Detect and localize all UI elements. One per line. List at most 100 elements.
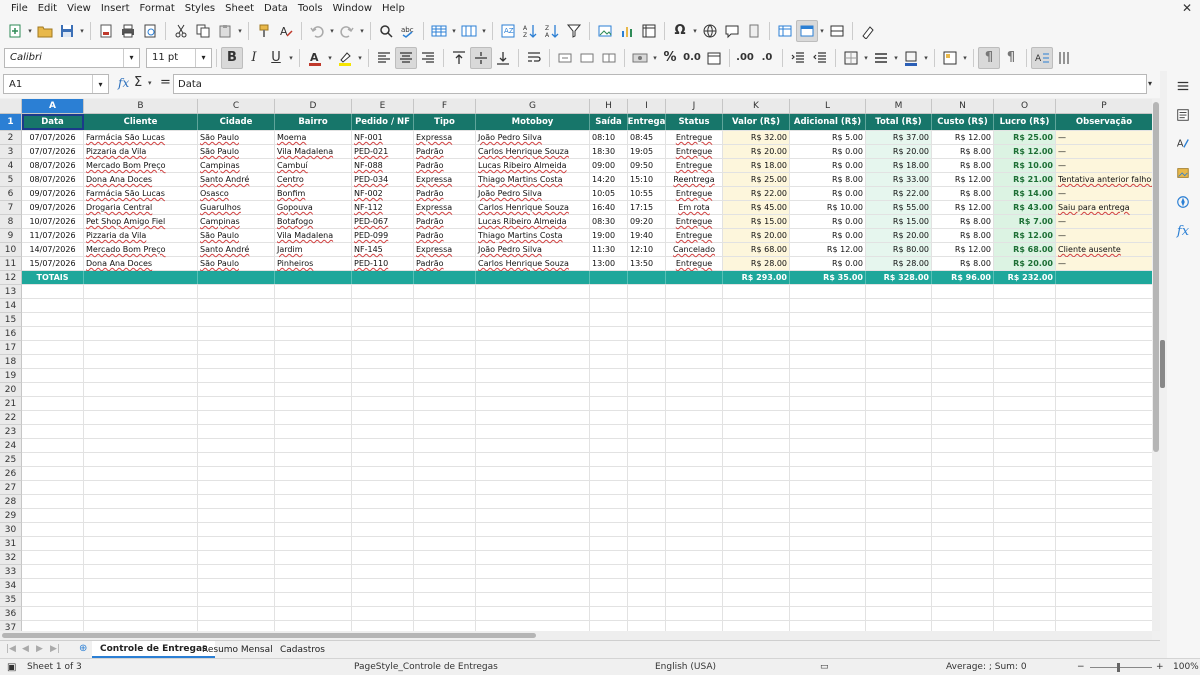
empty-cell[interactable] [414,495,476,508]
row-header[interactable]: 24 [0,439,22,453]
print-preview-icon[interactable] [139,20,161,42]
empty-cell[interactable] [628,467,666,480]
empty-cell[interactable] [666,593,723,606]
data-cell[interactable]: R$ 0.00 [790,159,866,172]
data-cell[interactable]: Farmácia São Lucas [84,187,198,200]
empty-cell[interactable] [275,537,352,550]
data-cell[interactable]: 10:05 [590,187,628,200]
data-cell[interactable]: 11/07/2026 [22,229,84,242]
empty-cell[interactable] [352,369,414,382]
empty-cell[interactable] [1056,537,1152,550]
previous-sheet-icon[interactable]: ◀ [22,644,29,654]
empty-cell[interactable] [932,523,994,536]
show-draw-functions-icon[interactable] [857,20,879,42]
border-style-dropdown-icon[interactable]: ▾ [892,47,900,69]
empty-cell[interactable] [414,355,476,368]
empty-cell[interactable] [275,285,352,298]
empty-cell[interactable] [932,439,994,452]
column-icon[interactable] [458,20,480,42]
empty-cell[interactable] [590,467,628,480]
next-sheet-icon[interactable]: ▶ [36,644,43,654]
empty-cell[interactable] [198,411,275,424]
empty-cell[interactable] [790,579,866,592]
decrease-indent-icon[interactable] [809,47,831,69]
empty-cell[interactable] [628,551,666,564]
italic-button[interactable]: I [243,47,265,69]
selection-mode-icon[interactable]: ▭ [820,662,829,672]
empty-cell[interactable] [628,383,666,396]
data-cell[interactable]: R$ 28.00 [866,257,932,270]
conditional-format-icon[interactable] [939,47,961,69]
row-header[interactable]: 30 [0,523,22,537]
language[interactable]: English (USA) [655,662,716,672]
column-header-l[interactable]: L [790,99,866,114]
undo-dropdown-icon[interactable]: ▾ [328,20,336,42]
data-cell[interactable]: Mercado Bom Preço [84,159,198,172]
empty-cell[interactable] [84,607,198,620]
first-sheet-icon[interactable]: |◀ [6,644,16,654]
empty-cell[interactable] [476,495,590,508]
empty-cell[interactable] [275,565,352,578]
empty-cell[interactable] [790,607,866,620]
empty-cell[interactable] [723,523,790,536]
empty-cell[interactable] [275,355,352,368]
vertical-scroll-thumb[interactable] [1153,102,1159,452]
page-style[interactable]: PageStyle_Controle de Entregas [354,662,498,672]
data-cell[interactable]: PED-034 [352,173,414,186]
empty-cell[interactable] [198,481,275,494]
zoom-out-icon[interactable]: − [1077,662,1085,672]
empty-cell[interactable] [476,411,590,424]
data-cell[interactable]: Jardim [275,243,352,256]
vertical-scrollbar[interactable] [1152,99,1160,631]
data-cell[interactable]: 09/07/2026 [22,201,84,214]
totals-cell[interactable] [628,271,666,284]
empty-cell[interactable] [994,383,1056,396]
empty-cell[interactable] [198,369,275,382]
zoom-slider[interactable] [1090,667,1152,668]
data-cell[interactable]: Expressa [414,243,476,256]
data-cell[interactable]: R$ 0.00 [790,229,866,242]
empty-cell[interactable] [414,481,476,494]
empty-cell[interactable] [198,537,275,550]
empty-cell[interactable] [866,523,932,536]
column-header-k[interactable]: K [723,99,790,114]
empty-cell[interactable] [84,313,198,326]
save-dropdown-icon[interactable]: ▾ [78,20,86,42]
empty-cell[interactable] [22,453,84,466]
empty-cell[interactable] [476,369,590,382]
copy-icon[interactable] [192,20,214,42]
empty-cell[interactable] [275,341,352,354]
empty-cell[interactable] [352,397,414,410]
empty-cell[interactable] [666,327,723,340]
data-cell[interactable]: — [1056,187,1152,200]
data-cell[interactable]: R$ 12.00 [994,229,1056,242]
empty-cell[interactable] [476,537,590,550]
header-cell[interactable]: Lucro (R$) [994,114,1056,130]
font-size-box[interactable]: 11 pt ▾ [146,47,212,68]
column-header-m[interactable]: M [866,99,932,114]
empty-cell[interactable] [994,369,1056,382]
empty-cell[interactable] [198,425,275,438]
paste-icon[interactable] [214,20,236,42]
currency-format-icon[interactable] [629,47,651,69]
data-cell[interactable]: R$ 0.00 [790,257,866,270]
data-cell[interactable]: R$ 18.00 [723,159,790,172]
data-cell[interactable]: R$ 0.00 [790,215,866,228]
empty-cell[interactable] [866,467,932,480]
align-left-icon[interactable] [373,47,395,69]
currency-dropdown-icon[interactable]: ▾ [651,47,659,69]
empty-cell[interactable] [352,495,414,508]
empty-cell[interactable] [932,509,994,522]
empty-cell[interactable] [994,565,1056,578]
totals-cell[interactable]: R$ 96.00 [932,271,994,284]
empty-cell[interactable] [198,579,275,592]
empty-cell[interactable] [790,523,866,536]
formula-icon[interactable]: = [160,75,171,90]
empty-cell[interactable] [22,481,84,494]
data-cell[interactable]: Lucas Ribeiro Almeida [476,159,590,172]
empty-cell[interactable] [352,593,414,606]
empty-cell[interactable] [628,425,666,438]
empty-cell[interactable] [994,453,1056,466]
empty-cell[interactable] [932,607,994,620]
empty-cell[interactable] [628,439,666,452]
